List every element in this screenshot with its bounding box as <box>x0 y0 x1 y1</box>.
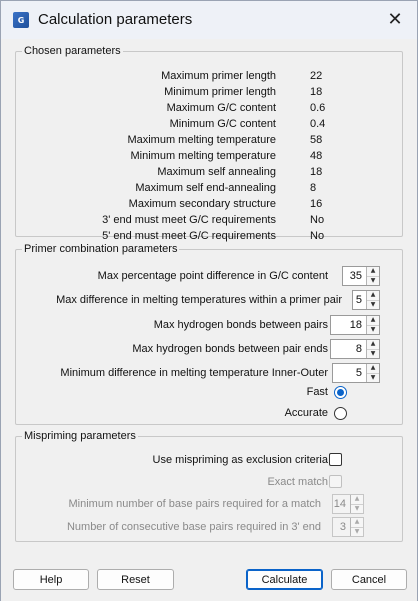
hbonds-ends-value[interactable]: 8 <box>331 343 366 355</box>
calculate-button[interactable]: Calculate <box>246 569 323 590</box>
tm-difference-label: Max difference in melting temperatures w… <box>56 294 342 306</box>
fast-label: Fast <box>306 386 328 398</box>
min-pairs-value[interactable]: 14 <box>333 498 350 510</box>
hbonds-pairs-value[interactable]: 18 <box>331 319 366 331</box>
chosen-label: Maximum secondary structure <box>128 198 276 210</box>
chosen-label: Maximum G/C content <box>166 102 276 114</box>
hbonds-ends-label: Max hydrogen bonds between pair ends <box>132 343 328 355</box>
min-pairs-spinner[interactable]: 14 ▲ ▼ <box>332 494 364 514</box>
chosen-label: Maximum self annealing <box>157 166 276 178</box>
cancel-button[interactable]: Cancel <box>331 569 407 590</box>
spin-down-icon[interactable]: ▼ <box>351 526 363 537</box>
chosen-value: No <box>310 214 325 226</box>
primer-combination-legend: Primer combination parameters <box>22 242 180 256</box>
min-pairs-label: Minimum number of base pairs required fo… <box>68 498 322 510</box>
spin-up-icon[interactable]: ▲ <box>367 316 379 325</box>
chosen-value: 8 <box>310 182 317 194</box>
spin-down-icon[interactable]: ▼ <box>367 324 379 335</box>
accurate-label: Accurate <box>284 407 328 419</box>
chosen-value: No <box>310 230 325 242</box>
chosen-value: 22 <box>310 70 323 82</box>
spin-down-icon[interactable]: ▼ <box>367 299 379 310</box>
chosen-value: 0.4 <box>310 118 326 130</box>
chosen-label: Maximum primer length <box>161 70 276 82</box>
spin-up-icon[interactable]: ▲ <box>367 340 379 349</box>
chosen-value: 48 <box>310 150 323 162</box>
chosen-parameters-legend: Chosen parameters <box>22 44 123 58</box>
chosen-label: Maximum self end-annealing <box>135 182 276 194</box>
inner-outer-value[interactable]: 5 <box>333 367 366 379</box>
mispriming-legend: Mispriming parameters <box>22 429 138 443</box>
dialog-title: Calculation parameters <box>38 11 193 28</box>
spin-up-icon[interactable]: ▲ <box>351 495 363 504</box>
chosen-value: 18 <box>310 86 323 98</box>
spin-up-icon[interactable]: ▲ <box>367 364 379 373</box>
chosen-value: 18 <box>310 166 323 178</box>
gc-difference-spinner[interactable]: 35 ▲ ▼ <box>342 266 380 286</box>
consecutive-pairs-spinner[interactable]: 3 ▲ ▼ <box>332 517 364 537</box>
inner-outer-spinner[interactable]: 5 ▲ ▼ <box>332 363 380 383</box>
spin-down-icon[interactable]: ▼ <box>367 348 379 359</box>
spin-down-icon[interactable]: ▼ <box>367 275 379 286</box>
chosen-label: Maximum melting temperature <box>127 134 276 146</box>
chosen-value: 16 <box>310 198 323 210</box>
use-mispriming-label: Use mispriming as exclusion criteria <box>152 454 328 466</box>
tm-difference-value[interactable]: 5 <box>353 294 366 306</box>
spin-up-icon[interactable]: ▲ <box>367 267 379 276</box>
chosen-label: Minimum primer length <box>164 86 276 98</box>
spin-up-icon[interactable]: ▲ <box>351 518 363 527</box>
use-mispriming-checkbox[interactable] <box>329 453 342 466</box>
fast-radio[interactable] <box>334 386 347 399</box>
exact-match-checkbox[interactable] <box>329 475 342 488</box>
chosen-value: 0.6 <box>310 102 326 114</box>
help-button[interactable]: Help <box>13 569 89 590</box>
chosen-label: Minimum melting temperature <box>130 150 277 162</box>
app-icon: G <box>13 12 29 28</box>
spin-up-icon[interactable]: ▲ <box>367 291 379 300</box>
dialog-content: Chosen parameters Maximum primer length 2… <box>1 39 417 601</box>
chosen-label: 3' end must meet G/C requirements <box>102 214 276 226</box>
chosen-label: Minimum G/C content <box>169 118 276 130</box>
inner-outer-label: Minimum difference in melting temperatur… <box>60 367 328 379</box>
hbonds-pairs-label: Max hydrogen bonds between pairs <box>153 319 328 331</box>
hbonds-pairs-spinner[interactable]: 18 ▲ ▼ <box>330 315 380 335</box>
chosen-value: 58 <box>310 134 323 146</box>
calculation-parameters-dialog: G Calculation parameters ✕ Chosen parame… <box>0 0 418 601</box>
exact-match-label: Exact match <box>267 476 328 488</box>
tm-difference-spinner[interactable]: 5 ▲ ▼ <box>352 290 380 310</box>
spin-down-icon[interactable]: ▼ <box>351 503 363 514</box>
reset-button[interactable]: Reset <box>97 569 174 590</box>
gc-difference-label: Max percentage point difference in G/C c… <box>97 270 328 282</box>
consecutive-pairs-label: Number of consecutive base pairs require… <box>66 521 321 533</box>
chosen-parameters-group: Chosen parameters Maximum primer length 2… <box>15 44 403 242</box>
gc-difference-value[interactable]: 35 <box>343 270 366 282</box>
spin-down-icon[interactable]: ▼ <box>367 372 379 383</box>
consecutive-pairs-value[interactable]: 3 <box>333 521 350 533</box>
primer-combination-group: Primer combination parameters Max percen… <box>15 242 403 425</box>
close-icon[interactable]: ✕ <box>377 3 413 35</box>
accurate-radio[interactable] <box>334 407 347 420</box>
mispriming-group: Mispriming parameters Use mispriming as … <box>15 429 403 542</box>
title-bar: G Calculation parameters ✕ <box>1 1 417 39</box>
hbonds-ends-spinner[interactable]: 8 ▲ ▼ <box>330 339 380 359</box>
